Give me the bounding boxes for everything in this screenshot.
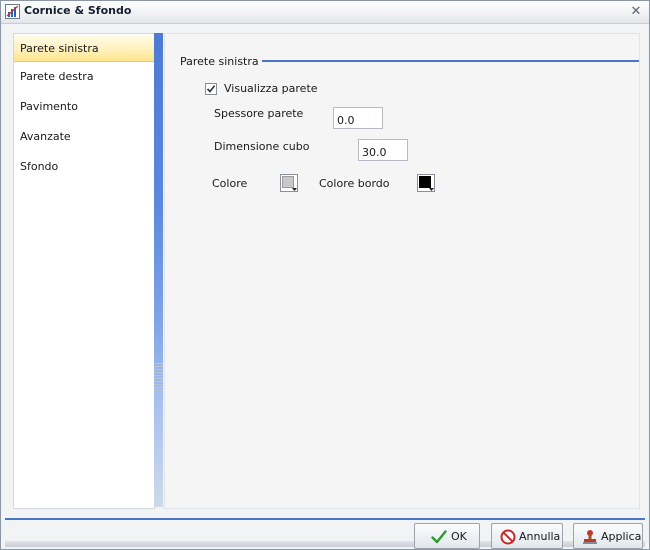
- sidebar-item-label: Pavimento: [20, 100, 78, 113]
- thickness-input[interactable]: [333, 107, 383, 129]
- show-wall-checkbox[interactable]: [205, 83, 217, 95]
- sidebar-item-pavimento[interactable]: Pavimento: [14, 94, 154, 120]
- window-title: Cornice & Sfondo: [24, 4, 132, 17]
- sidebar-splitter[interactable]: [154, 33, 163, 507]
- sidebar-item-label: Avanzate: [20, 130, 71, 143]
- ok-label: OK: [451, 530, 467, 543]
- no-entry-icon: [500, 529, 516, 545]
- dialog-window: Cornice & Sfondo ✕ Parete sinistra Paret…: [0, 0, 650, 550]
- cube-size-label: Dimensione cubo: [214, 140, 310, 153]
- chart-window-icon: [5, 4, 20, 19]
- color-picker-button[interactable]: [280, 174, 298, 192]
- stamp-icon: [582, 529, 598, 545]
- cancel-button[interactable]: Annulla: [491, 523, 563, 549]
- content-panel: Parete sinistra Visualizza parete Spesso…: [164, 33, 640, 509]
- show-wall-label: Visualizza parete: [224, 82, 318, 95]
- sidebar-nav: Parete sinistra Parete destra Pavimento …: [13, 33, 155, 509]
- cancel-label: Annulla: [519, 530, 561, 543]
- sidebar-item-label: Parete destra: [20, 70, 94, 83]
- cube-size-input[interactable]: [358, 139, 408, 161]
- ok-button[interactable]: OK: [414, 523, 480, 549]
- sidebar-item-parete-destra[interactable]: Parete destra: [14, 64, 154, 90]
- check-icon: [206, 85, 216, 93]
- border-color-picker-button[interactable]: [417, 174, 435, 192]
- sidebar-item-sfondo[interactable]: Sfondo: [14, 154, 154, 180]
- sidebar-item-label: Sfondo: [20, 160, 59, 173]
- color-swatch-icon: [417, 174, 435, 192]
- section-title: Parete sinistra: [180, 55, 259, 68]
- check-icon: [431, 529, 447, 545]
- apply-button[interactable]: Applica: [573, 523, 643, 549]
- close-icon[interactable]: ✕: [629, 5, 643, 19]
- apply-label: Applica: [601, 530, 642, 543]
- color-label: Colore: [212, 177, 248, 190]
- sidebar-item-parete-sinistra[interactable]: Parete sinistra: [14, 36, 154, 62]
- border-color-label: Colore bordo: [319, 177, 390, 190]
- section-divider: [262, 60, 639, 62]
- sidebar-item-avanzate[interactable]: Avanzate: [14, 124, 154, 150]
- title-bar: Cornice & Sfondo ✕: [1, 1, 649, 24]
- sidebar-item-label: Parete sinistra: [20, 42, 99, 55]
- thickness-label: Spessore parete: [214, 107, 304, 120]
- footer-divider: [5, 518, 645, 520]
- color-swatch-icon: [280, 174, 298, 192]
- splitter-grip[interactable]: [154, 363, 163, 393]
